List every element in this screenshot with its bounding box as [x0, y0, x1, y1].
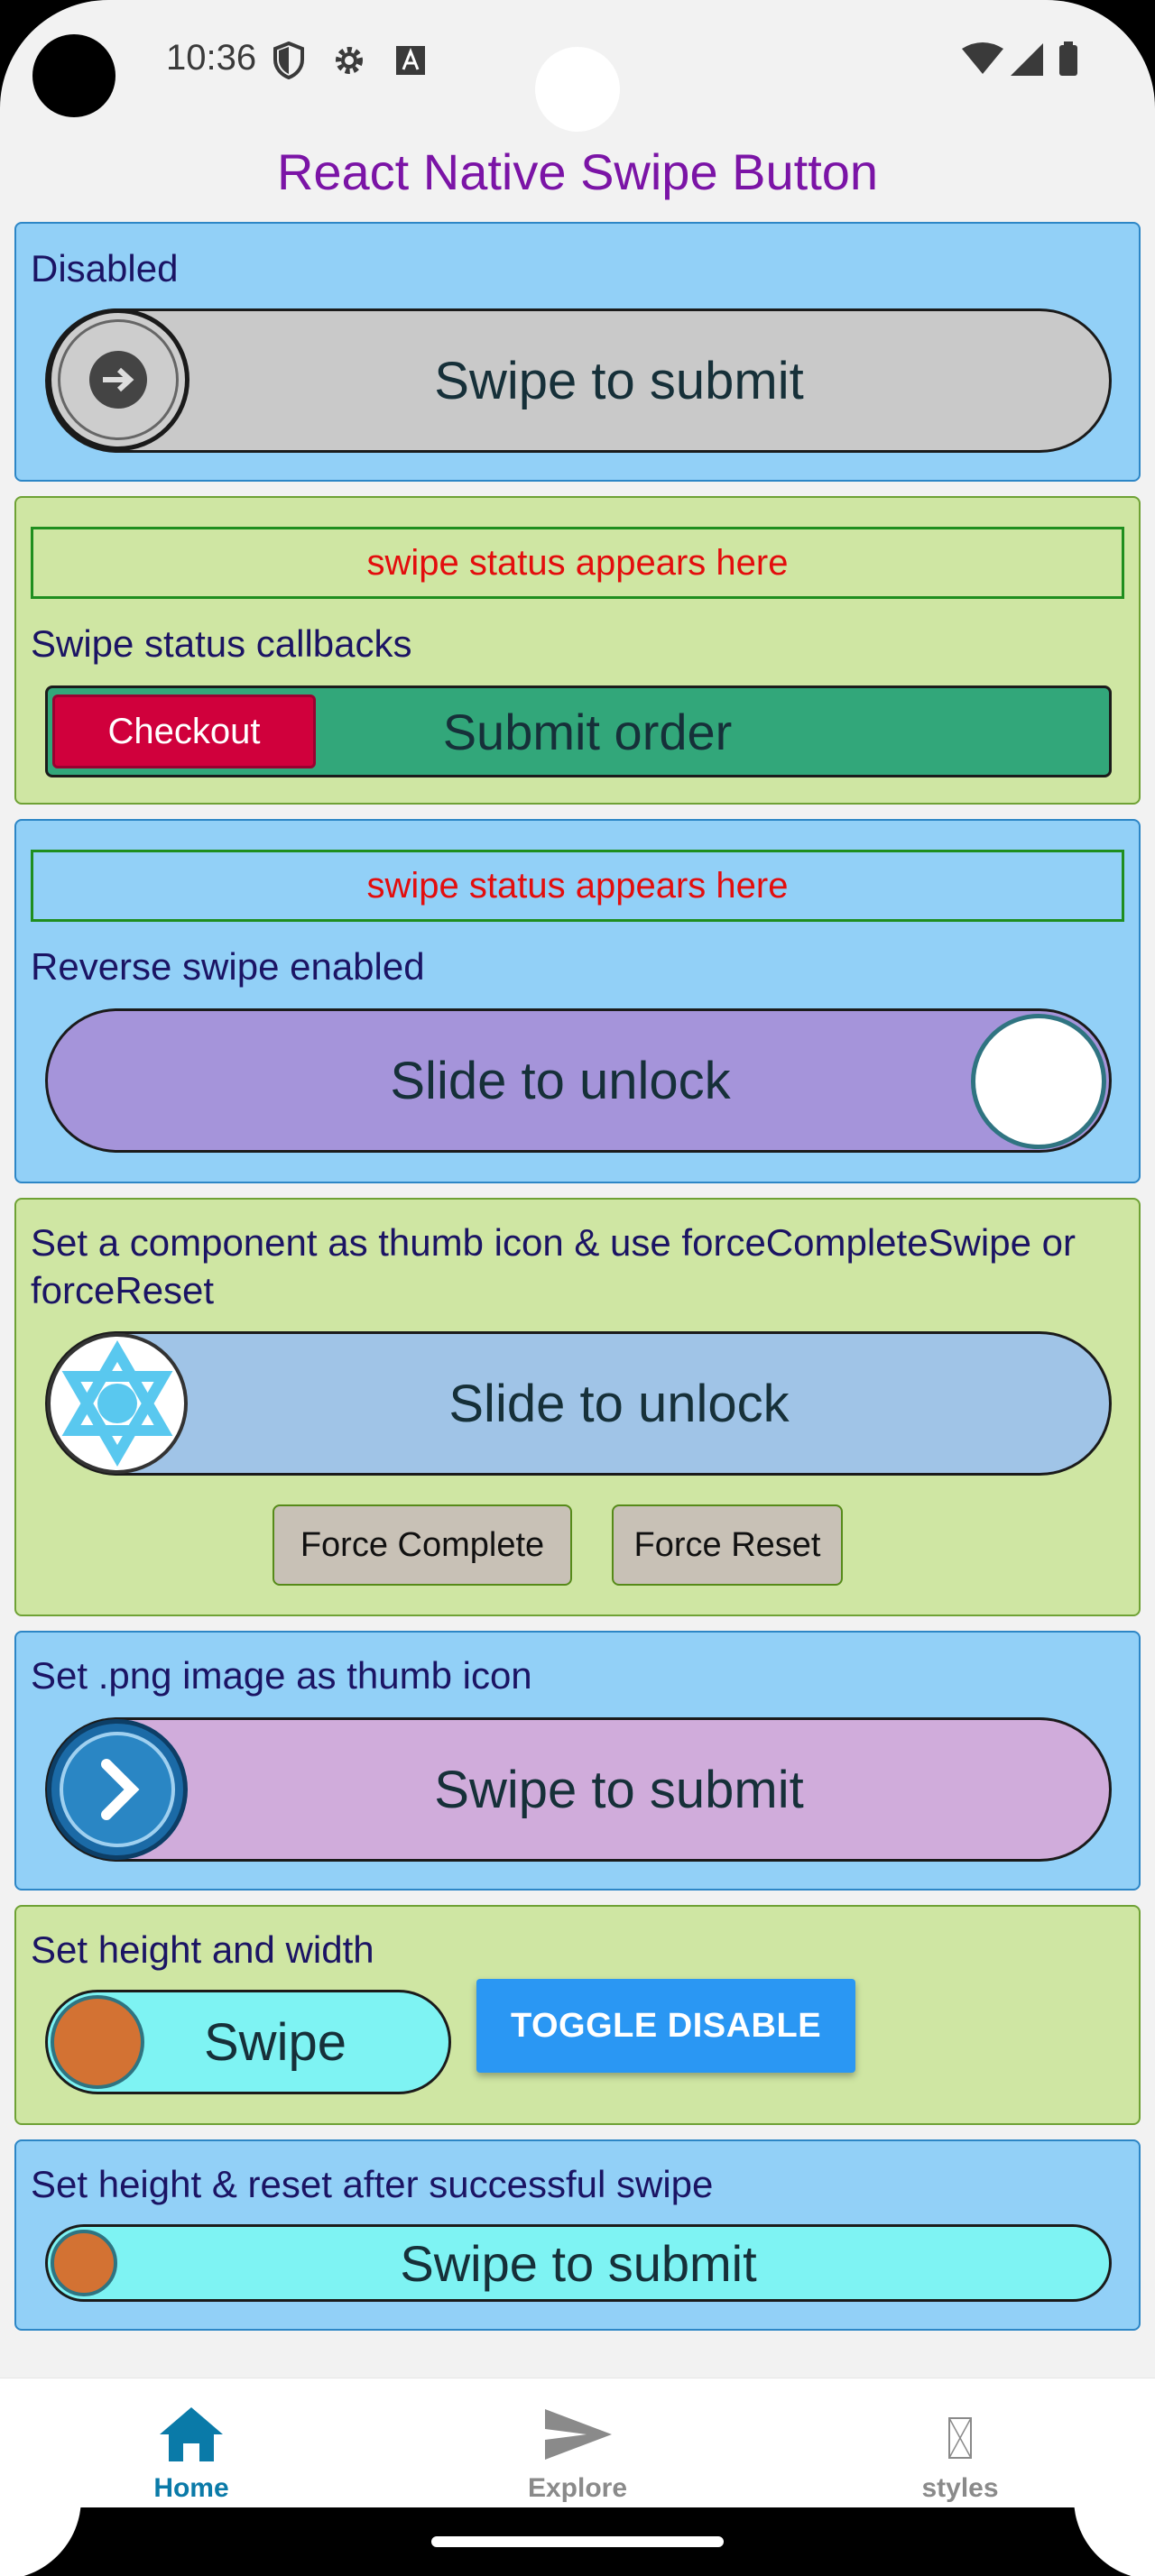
- card-label: Set height & reset after successful swip…: [31, 2163, 714, 2205]
- card-label: Set height and width: [31, 1928, 374, 1971]
- nav-item-explore[interactable]: Explore: [460, 2406, 695, 2504]
- force-reset-button[interactable]: Force Reset: [612, 1504, 843, 1586]
- react-logo-icon: [61, 1340, 173, 1467]
- card-disabled: Disabled Swipe to submit: [14, 222, 1141, 482]
- checkout-thumb[interactable]: Checkout: [52, 695, 316, 768]
- status-time: 10:36: [166, 38, 257, 78]
- rail-title: Swipe: [204, 2012, 346, 2072]
- chevron-thumb[interactable]: [47, 1719, 188, 1860]
- swipe-thumb[interactable]: [971, 1014, 1106, 1149]
- rail-title: Swipe to submit: [434, 1760, 804, 1819]
- card-label: Set .png image as thumb icon: [31, 1654, 532, 1697]
- arrow-right-circle-icon: [89, 351, 147, 409]
- app-title: React Native Swipe Button: [276, 143, 879, 200]
- toggle-disable-button[interactable]: TOGGLE DISABLE: [476, 1979, 855, 2073]
- swipe-rail-reverse[interactable]: Slide to unlock: [45, 1008, 1112, 1153]
- camera-hole: [32, 34, 116, 117]
- card-png-thumb: Set .png image as thumb icon Swipe to su…: [14, 1631, 1141, 1891]
- rail-title: Slide to unlock: [448, 1374, 790, 1433]
- nav-item-home[interactable]: Home: [74, 2406, 309, 2504]
- shield-icon: [273, 41, 305, 84]
- thumb-ring: [58, 319, 179, 440]
- send-icon: [545, 2409, 612, 2460]
- card-reverse: swipe status appears here Reverse swipe …: [14, 819, 1141, 1183]
- thumb-inner: [60, 1732, 175, 1847]
- swipe-status-box: swipe status appears here: [31, 850, 1124, 922]
- swipe-thumb[interactable]: [51, 2230, 117, 2296]
- card-reset: Set height & reset after successful swip…: [14, 2139, 1141, 2331]
- nav-label-styles: styles: [921, 2473, 999, 2503]
- nav-item-styles[interactable]: styles: [843, 2406, 1077, 2504]
- nav-label-explore: Explore: [527, 2473, 628, 2503]
- swipe-rail-png[interactable]: Swipe to submit: [45, 1717, 1112, 1862]
- home-icon: [160, 2407, 223, 2461]
- rail-title: Swipe to submit: [400, 2234, 757, 2292]
- wifi-icon: [962, 42, 1003, 74]
- card-callbacks: swipe status appears here Swipe status c…: [14, 496, 1141, 805]
- force-complete-button[interactable]: Force Complete: [273, 1504, 572, 1586]
- swipe-rail-disabled: Swipe to submit: [45, 308, 1112, 453]
- missing-glyph-icon: [948, 2417, 972, 2459]
- swipe-rail-reset[interactable]: Swipe to submit: [45, 2224, 1112, 2302]
- swipe-thumb[interactable]: [51, 1995, 144, 2089]
- status-bar: 10:36: [0, 0, 1155, 132]
- status-right-icons: [960, 40, 1083, 84]
- swipe-rail-component[interactable]: Slide to unlock: [45, 1331, 1112, 1476]
- rail-title: Slide to unlock: [390, 1051, 731, 1110]
- card-label: Disabled: [31, 247, 179, 290]
- react-logo-thumb[interactable]: [47, 1333, 188, 1474]
- rail-title: Swipe to submit: [434, 351, 804, 410]
- battery-icon: [1059, 41, 1077, 76]
- nav-label-home: Home: [153, 2473, 229, 2503]
- camera-notch: [535, 47, 620, 132]
- card-label: Set a component as thumb icon & use forc…: [31, 1221, 1076, 1311]
- card-size: Set height and width Swipe TOGGLE DISABL…: [14, 1905, 1141, 2125]
- chevron-right-icon: [101, 1759, 140, 1820]
- gear-icon: [330, 41, 368, 84]
- font-icon: [395, 45, 426, 80]
- card-component-thumb: Set a component as thumb icon & use forc…: [14, 1198, 1141, 1616]
- swipe-thumb: [47, 308, 189, 451]
- card-label: Reverse swipe enabled: [31, 945, 425, 988]
- signal-icon: [1011, 43, 1043, 76]
- rail-title: Submit order: [442, 703, 733, 760]
- gesture-handle[interactable]: [431, 2536, 724, 2547]
- phone-screen: 10:36 React Native Swipe Button Disabled…: [0, 0, 1155, 2576]
- swipe-status-box: swipe status appears here: [31, 527, 1124, 599]
- card-label: Swipe status callbacks: [31, 622, 412, 665]
